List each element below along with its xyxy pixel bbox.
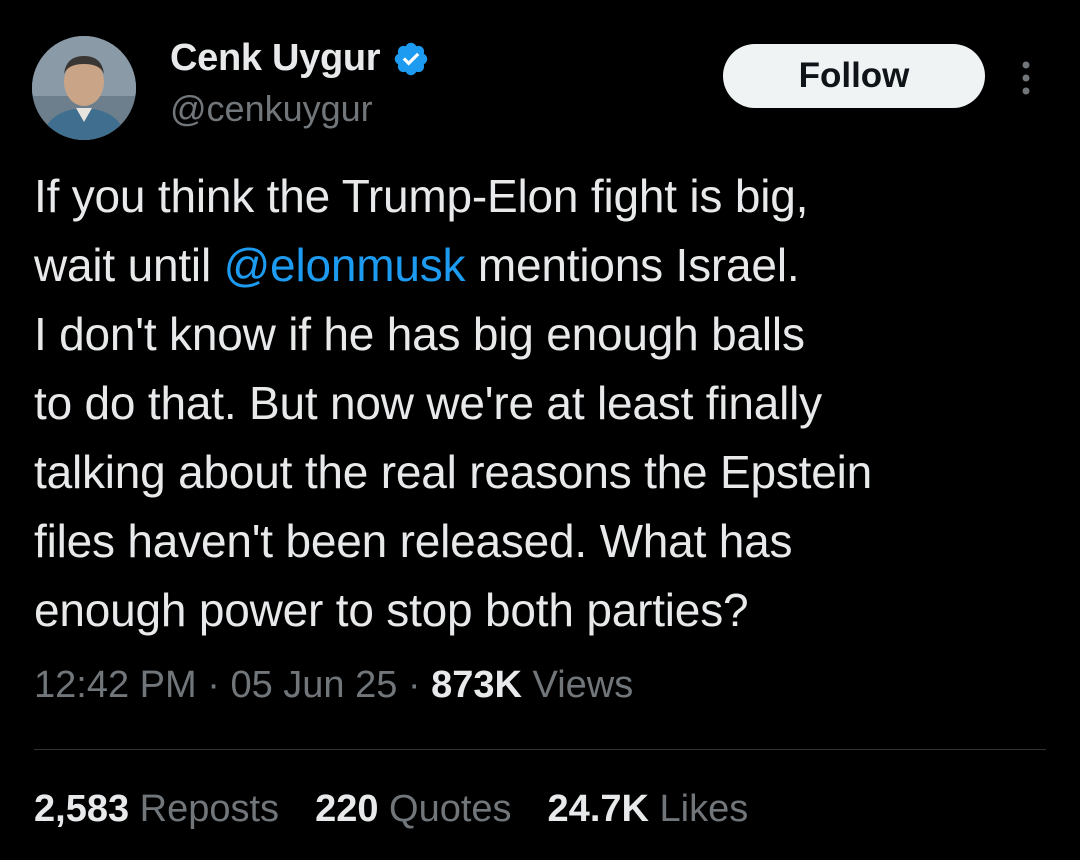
divider: [34, 749, 1046, 750]
author-handle[interactable]: @cenkuygur: [170, 88, 373, 130]
avatar-image: [32, 36, 136, 140]
quotes-count: 220: [315, 788, 379, 830]
verified-badge-icon: [392, 40, 430, 78]
meta-separator: ·: [196, 664, 231, 706]
mention-link[interactable]: @elonmusk: [224, 239, 466, 291]
meta-separator: ·: [397, 664, 432, 706]
reposts-stat[interactable]: 2,583 Reposts: [34, 788, 279, 831]
likes-label: Likes: [648, 788, 749, 830]
tweet-date[interactable]: 05 Jun 25: [230, 664, 397, 707]
author-name-row: Cenk Uygur: [170, 36, 430, 80]
likes-count: 24.7K: [547, 788, 649, 830]
engagement-stats: 2,583 Reposts 220 Quotes 24.7K Likes: [34, 788, 784, 831]
reposts-label: Reposts: [129, 788, 280, 830]
views-count: 873K: [431, 664, 522, 706]
likes-stat[interactable]: 24.7K Likes: [548, 788, 749, 831]
quotes-stat[interactable]: 220 Quotes: [315, 788, 511, 831]
views-label: Views: [521, 664, 634, 706]
reposts-count: 2,583: [34, 788, 130, 830]
tweet-meta: 12:42 PM · 05 Jun 25 · 873K Views: [34, 664, 633, 707]
more-options-icon[interactable]: [1012, 58, 1040, 98]
follow-button[interactable]: Follow: [723, 44, 985, 108]
tweet: Cenk Uygur @cenkuygur Follow If you thin…: [0, 0, 1080, 860]
tweet-text-part: mentions Israel. I don't know if he has …: [34, 239, 873, 636]
display-name[interactable]: Cenk Uygur: [170, 37, 381, 80]
quotes-label: Quotes: [378, 788, 512, 830]
avatar[interactable]: [32, 36, 136, 140]
tweet-text: If you think the Trump-Elon fight is big…: [34, 162, 1054, 645]
tweet-time[interactable]: 12:42 PM: [34, 664, 197, 707]
